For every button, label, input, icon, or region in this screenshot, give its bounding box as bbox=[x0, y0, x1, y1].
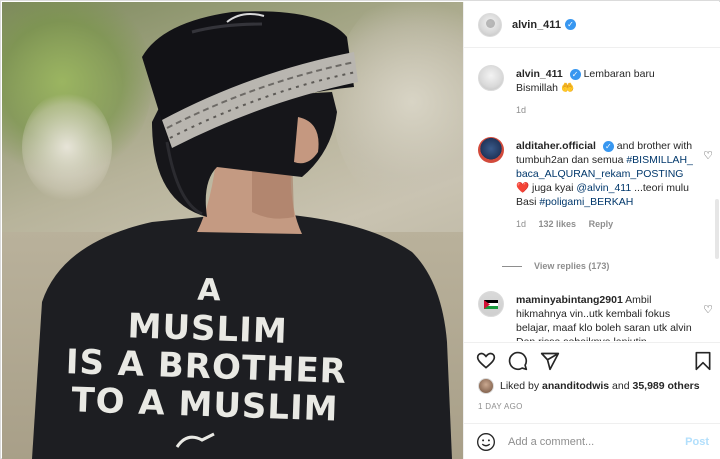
comment-body: maminyabintang2901 Ambil hikmahnya vin..… bbox=[516, 293, 696, 341]
caption-avatar[interactable] bbox=[478, 65, 504, 91]
comment-time: 1d bbox=[516, 219, 527, 229]
comments-list[interactable]: alvin_411 ✓ Lembaran baru Bismillah 🤲 1d… bbox=[464, 49, 720, 341]
comments-scrollbar[interactable] bbox=[715, 199, 719, 259]
caption-username[interactable]: alvin_411 bbox=[516, 68, 563, 80]
author-avatar[interactable] bbox=[478, 12, 502, 37]
add-comment-input[interactable]: Add a comment... bbox=[508, 436, 685, 448]
likes-and: and bbox=[609, 380, 633, 392]
mention-link[interactable]: @alvin_411 bbox=[576, 182, 631, 194]
caption-meta: 1d bbox=[516, 103, 696, 117]
likes-prefix: Liked by bbox=[500, 380, 540, 392]
post-actions bbox=[464, 342, 720, 378]
post-timestamp[interactable]: 1 DAY AGO bbox=[478, 402, 523, 411]
comment-body: alditaher.official ✓ and brother with tu… bbox=[516, 139, 696, 231]
comment-heart-icon[interactable]: ♡ bbox=[703, 303, 713, 316]
divider bbox=[502, 265, 522, 267]
heart-emoji: ❤️ bbox=[516, 182, 530, 194]
comment-icon[interactable] bbox=[508, 351, 528, 371]
liker-avatar[interactable] bbox=[478, 378, 494, 394]
comment-meta: 1d 132 likes Reply bbox=[516, 217, 696, 231]
flag-icon bbox=[484, 300, 498, 309]
commenter-avatar[interactable] bbox=[478, 291, 504, 317]
post-sidebar: alvin_411 ✓ alvin_411 ✓ Lembaran baru Bi… bbox=[463, 2, 720, 459]
comment-likes[interactable]: 132 likes bbox=[539, 219, 577, 229]
commenter-username[interactable]: alditaher.official bbox=[516, 140, 596, 152]
verified-badge-icon: ✓ bbox=[564, 19, 576, 30]
post-photo[interactable]: A MUSLIM IS A BROTHER TO A MUSLIM bbox=[2, 2, 463, 459]
emoji-icon[interactable] bbox=[476, 432, 496, 452]
post-header: alvin_411 ✓ bbox=[464, 2, 720, 48]
likes-summary: Liked by ananditodwis and 35,989 others bbox=[478, 378, 700, 394]
caption-emoji: 🤲 bbox=[560, 82, 575, 94]
liker-username[interactable]: ananditodwis bbox=[542, 380, 609, 392]
author-username[interactable]: alvin_411 bbox=[512, 19, 561, 31]
heart-icon[interactable] bbox=[476, 351, 496, 371]
bookmark-icon[interactable] bbox=[693, 351, 713, 371]
commenter-avatar[interactable] bbox=[478, 137, 504, 163]
share-icon[interactable] bbox=[540, 351, 560, 371]
likes-count[interactable]: 35,989 others bbox=[632, 380, 699, 392]
view-replies-label: View replies (173) bbox=[534, 261, 610, 271]
instagram-post-frame: A MUSLIM IS A BROTHER TO A MUSLIM alvin_… bbox=[0, 0, 720, 459]
post-comment-button[interactable]: Post bbox=[685, 436, 709, 448]
verified-badge-icon: ✓ bbox=[602, 140, 614, 152]
caption-body: alvin_411 ✓ Lembaran baru Bismillah 🤲 1d bbox=[516, 67, 696, 117]
view-replies-button[interactable]: View replies (173) bbox=[502, 261, 609, 271]
verified-badge-icon: ✓ bbox=[569, 68, 581, 80]
hashtag-link[interactable]: #poligami_BERKAH bbox=[539, 196, 633, 208]
comment-heart-icon[interactable]: ♡ bbox=[703, 149, 713, 162]
comment-text-part: juga kyai bbox=[529, 182, 577, 194]
commenter-username[interactable]: maminyabintang2901 bbox=[516, 294, 623, 306]
add-comment-bar: Add a comment... Post bbox=[464, 423, 720, 459]
shirt-print-text: A MUSLIM IS A BROTHER TO A MUSLIM bbox=[39, 266, 374, 430]
reply-button[interactable]: Reply bbox=[589, 219, 614, 229]
caption-time: 1d bbox=[516, 105, 527, 115]
